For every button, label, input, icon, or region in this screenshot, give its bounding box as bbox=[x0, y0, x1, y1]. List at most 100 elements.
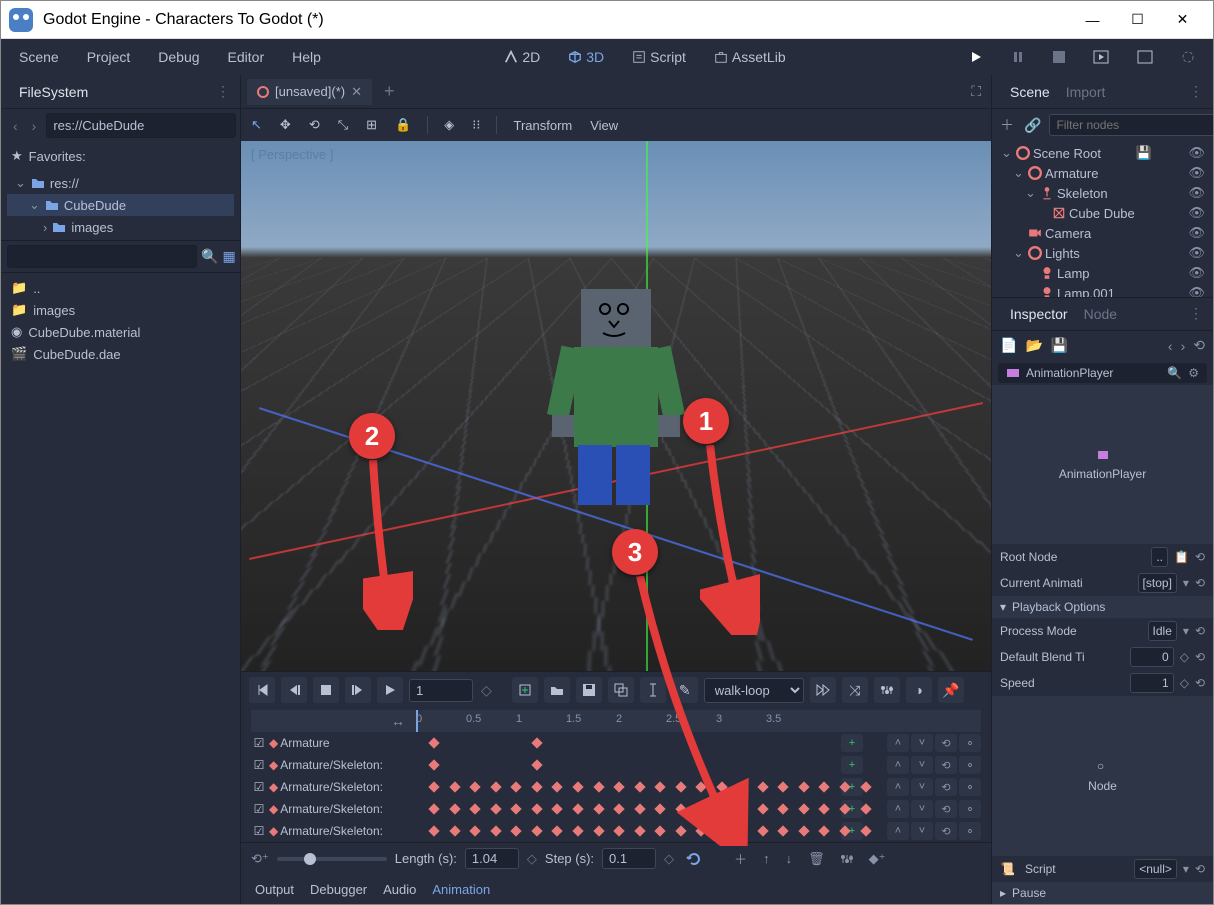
playback-header[interactable]: ▾ Playback Options bbox=[992, 596, 1213, 618]
animation-track[interactable]: ☑◆Armature/Skeleton:+˄˅⟲⚬ bbox=[251, 820, 981, 842]
folder-tree[interactable]: ⌄res://⌄CubeDude›images bbox=[1, 170, 240, 240]
filesystem-search-input[interactable] bbox=[7, 245, 197, 268]
node-header[interactable]: ○Node bbox=[992, 696, 1213, 856]
inspector-menu-icon[interactable]: ⋮ bbox=[1189, 305, 1203, 322]
scene-tab[interactable]: [unsaved](*) ✕ bbox=[247, 79, 372, 105]
view-menu[interactable]: View bbox=[586, 116, 622, 135]
settings-tool-icon[interactable]: ⁝⁝ bbox=[468, 115, 484, 135]
new-resource-icon[interactable]: 📄 bbox=[1000, 337, 1017, 354]
add-track-button[interactable]: ＋ bbox=[730, 847, 751, 870]
anim-load-button[interactable] bbox=[544, 677, 570, 703]
transform-menu[interactable]: Transform bbox=[509, 116, 576, 135]
add-tab-button[interactable]: + bbox=[376, 81, 403, 102]
assign-icon[interactable]: 📋 bbox=[1174, 550, 1189, 564]
history-fwd-icon[interactable]: › bbox=[1181, 338, 1186, 354]
visibility-icon[interactable]: 👁 bbox=[1186, 145, 1207, 161]
pause-project-button[interactable] bbox=[1005, 46, 1031, 68]
workspace-2d-button[interactable]: 2D bbox=[498, 45, 546, 69]
path-forward-button[interactable]: › bbox=[28, 116, 41, 136]
anim-onion-button[interactable]: ◑ bbox=[906, 677, 932, 703]
history-menu-icon[interactable]: ⟲ bbox=[1193, 337, 1205, 354]
debugger-tab[interactable]: Debugger bbox=[310, 882, 367, 897]
open-resource-icon[interactable]: 📂 bbox=[1025, 337, 1042, 354]
audio-tab[interactable]: Audio bbox=[383, 882, 416, 897]
instance-scene-button[interactable]: 🔗 bbox=[1022, 115, 1043, 136]
anim-new-button[interactable] bbox=[512, 677, 538, 703]
animation-track[interactable]: ☑◆Armature+˄˅⟲⚬ bbox=[251, 732, 981, 754]
distraction-free-icon[interactable]: ⛶ bbox=[967, 79, 985, 104]
cube-tool-icon[interactable]: ◈ bbox=[440, 115, 458, 135]
process-mode-value[interactable]: Idle bbox=[1148, 621, 1177, 641]
save-scene-icon[interactable]: 💾 bbox=[1134, 145, 1154, 161]
window-maximize-button[interactable]: ☐ bbox=[1115, 5, 1160, 35]
scene-tree-item[interactable]: Cube Dube👁 bbox=[996, 203, 1209, 223]
anim-step-back-button[interactable] bbox=[281, 677, 307, 703]
scene-dock-tab[interactable]: Scene bbox=[1002, 80, 1058, 104]
play-custom-scene-button[interactable] bbox=[1131, 46, 1159, 68]
scene-dock-menu-icon[interactable]: ⋮ bbox=[1189, 83, 1203, 100]
anim-stop-button[interactable] bbox=[313, 677, 339, 703]
visibility-icon[interactable]: 👁 bbox=[1186, 225, 1207, 241]
select-tool-icon[interactable]: ↖ bbox=[247, 115, 266, 135]
file-item[interactable]: 📁images bbox=[9, 299, 232, 321]
move-tool-icon[interactable]: ✥ bbox=[276, 115, 295, 135]
speed-value[interactable]: 1 bbox=[1130, 673, 1174, 693]
menu-editor[interactable]: Editor bbox=[222, 45, 271, 69]
visibility-icon[interactable]: 👁 bbox=[1186, 265, 1207, 281]
anim-frame-input[interactable] bbox=[409, 679, 473, 702]
animation-ruler[interactable]: ↔ 00.511.522.533.5 bbox=[251, 710, 981, 732]
scene-tree-item[interactable]: ⌄Scene Root💾👁 bbox=[996, 143, 1209, 163]
animation-tab[interactable]: Animation bbox=[432, 882, 490, 897]
visibility-icon[interactable]: 👁 bbox=[1186, 185, 1207, 201]
window-minimize-button[interactable]: — bbox=[1070, 5, 1115, 35]
scene-tree-item[interactable]: ⌄Lights👁 bbox=[996, 243, 1209, 263]
root-node-value[interactable]: .. bbox=[1151, 547, 1168, 567]
blend-time-value[interactable]: 0 bbox=[1130, 647, 1174, 667]
play-project-button[interactable] bbox=[963, 46, 989, 68]
filesystem-menu-icon[interactable]: ⋮ bbox=[216, 83, 230, 100]
step-input[interactable] bbox=[602, 848, 656, 869]
anim-step-fwd-button[interactable] bbox=[345, 677, 371, 703]
folder-tree-item[interactable]: ⌄res:// bbox=[7, 172, 234, 194]
scene-tree[interactable]: ⌄Scene Root💾👁⌄Armature👁⌄Skeleton👁Cube Du… bbox=[992, 141, 1213, 297]
visibility-icon[interactable]: 👁 bbox=[1186, 165, 1207, 181]
scene-tree-item[interactable]: ⌄Armature👁 bbox=[996, 163, 1209, 183]
history-back-icon[interactable]: ‹ bbox=[1168, 338, 1173, 354]
delete-track-button[interactable]: 🗑 bbox=[804, 849, 829, 869]
workspace-assetlib-button[interactable]: AssetLib bbox=[708, 45, 792, 69]
current-anim-value[interactable]: [stop] bbox=[1138, 573, 1177, 593]
file-list[interactable]: 📁..📁images◉CubeDube.material🎬CubeDude.da… bbox=[1, 273, 240, 904]
revert-icon[interactable]: ⟲ bbox=[1195, 550, 1205, 564]
type-header[interactable]: AnimationPlayer bbox=[992, 385, 1213, 545]
pause-header[interactable]: ▸ Pause bbox=[992, 882, 1213, 904]
snap-tool-icon[interactable]: ⊞ bbox=[362, 115, 381, 135]
animation-track[interactable]: ☑◆Armature/Skeleton:+˄˅⟲⚬ bbox=[251, 754, 981, 776]
revert-icon[interactable]: ⟲ bbox=[1195, 576, 1205, 590]
menu-help[interactable]: Help bbox=[286, 45, 327, 69]
workspace-3d-button[interactable]: 3D bbox=[562, 45, 610, 69]
cleanup-button[interactable]: ◆⁺ bbox=[865, 849, 890, 869]
close-tab-icon[interactable]: ✕ bbox=[351, 84, 362, 100]
3d-viewport[interactable]: [ Perspective ] bbox=[241, 141, 991, 671]
animation-tracks[interactable]: ☑◆Armature+˄˅⟲⚬☑◆Armature/Skeleton:+˄˅⟲⚬… bbox=[251, 732, 981, 842]
stop-project-button[interactable] bbox=[1047, 47, 1071, 67]
script-value[interactable]: <null> bbox=[1134, 859, 1177, 879]
visibility-icon[interactable]: 👁 bbox=[1186, 285, 1207, 297]
file-item[interactable]: 🎬CubeDude.dae bbox=[9, 343, 232, 365]
anim-play-button[interactable] bbox=[377, 677, 403, 703]
add-node-button[interactable]: ＋ bbox=[998, 113, 1016, 137]
move-down-button[interactable]: ↓ bbox=[782, 849, 797, 868]
workspace-script-button[interactable]: Script bbox=[626, 45, 692, 69]
filter-nodes-input[interactable] bbox=[1049, 114, 1213, 136]
menu-project[interactable]: Project bbox=[81, 45, 137, 69]
path-input[interactable] bbox=[46, 113, 236, 138]
zoom-reset-icon[interactable]: ⟲⁺ bbox=[251, 851, 269, 867]
save-resource-icon[interactable]: 💾 bbox=[1051, 337, 1068, 354]
grid-view-icon[interactable]: ▦ bbox=[222, 248, 235, 265]
folder-tree-item[interactable]: ›images bbox=[7, 216, 234, 238]
scene-tree-item[interactable]: ⌄Skeleton👁 bbox=[996, 183, 1209, 203]
file-item[interactable]: ◉CubeDube.material bbox=[9, 321, 232, 343]
import-dock-tab[interactable]: Import bbox=[1058, 80, 1114, 104]
file-item[interactable]: 📁.. bbox=[9, 277, 232, 299]
anim-save-button[interactable] bbox=[576, 677, 602, 703]
